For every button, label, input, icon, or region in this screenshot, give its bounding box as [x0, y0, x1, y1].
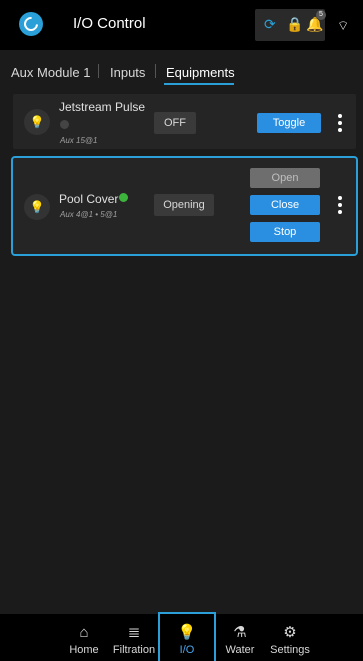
- nav-io[interactable]: 💡 I/O: [158, 612, 216, 661]
- tab-inputs[interactable]: Inputs: [110, 65, 145, 80]
- nav-label: Settings: [270, 644, 310, 656]
- open-button[interactable]: Open: [250, 168, 320, 188]
- tab-divider: [98, 64, 99, 78]
- page-title: I/O Control: [73, 15, 146, 32]
- device-address: Aux 4@1 • 5@1: [60, 210, 118, 219]
- device-card-jetstream: 💡 Jetstream Pulse Aux 15@1 OFF Toggle: [13, 94, 356, 149]
- sync-icon[interactable]: ⟳: [264, 17, 276, 31]
- tab-equipments[interactable]: Equipments: [166, 65, 235, 80]
- toggle-button[interactable]: Toggle: [257, 113, 321, 133]
- status-icons: ⟳ 🔒 🔔 5: [255, 9, 326, 41]
- nav-settings[interactable]: ⚙ Settings: [264, 614, 316, 661]
- nav-label: Home: [69, 644, 99, 656]
- sub-tabs: Aux Module 1 Inputs Equipments: [0, 60, 363, 86]
- more-menu-icon[interactable]: [338, 196, 342, 217]
- gear-icon: ⚙: [283, 624, 297, 641]
- status-dot: [60, 120, 69, 129]
- app-logo-icon[interactable]: [19, 12, 43, 36]
- bulb-icon: 💡: [24, 109, 50, 135]
- bulb-icon: 💡: [177, 624, 197, 641]
- state-label: OFF: [154, 112, 196, 134]
- bulb-icon: 💡: [24, 194, 50, 220]
- tab-aux-module[interactable]: Aux Module 1: [11, 65, 91, 80]
- tab-divider: [155, 64, 156, 78]
- nav-label: I/O: [179, 644, 195, 656]
- wifi-icon[interactable]: ⌔: [337, 18, 349, 34]
- top-bar: I/O Control ⟳ 🔒 🔔 5 ⌔: [0, 0, 363, 50]
- more-menu-icon[interactable]: [338, 114, 342, 135]
- bottom-nav: ⌂ Home ≣ Filtration 💡 I/O ⚗ Water ⚙ Sett…: [0, 612, 363, 661]
- nav-water[interactable]: ⚗ Water: [220, 614, 260, 661]
- nav-filtration[interactable]: ≣ Filtration: [110, 614, 158, 661]
- stop-button[interactable]: Stop: [250, 222, 320, 242]
- status-dot: [119, 193, 128, 202]
- device-name: Pool Cover: [59, 192, 119, 206]
- close-button[interactable]: Close: [250, 195, 320, 215]
- home-icon: ⌂: [79, 624, 89, 641]
- device-card-pool-cover: 💡 Pool Cover Aux 4@1 • 5@1 Opening Open …: [11, 156, 358, 256]
- nav-label: Filtration: [112, 644, 156, 656]
- device-name: Jetstream Pulse: [59, 100, 146, 114]
- filtration-icon: ≣: [127, 624, 141, 641]
- lock-icon[interactable]: 🔒: [286, 17, 303, 31]
- active-tab-indicator: [164, 83, 234, 85]
- nav-home[interactable]: ⌂ Home: [62, 614, 106, 661]
- notification-badge: 5: [316, 10, 326, 20]
- flask-icon: ⚗: [233, 624, 247, 641]
- nav-label: Water: [225, 644, 255, 656]
- state-label: Opening: [154, 194, 214, 216]
- device-address: Aux 15@1: [60, 136, 98, 145]
